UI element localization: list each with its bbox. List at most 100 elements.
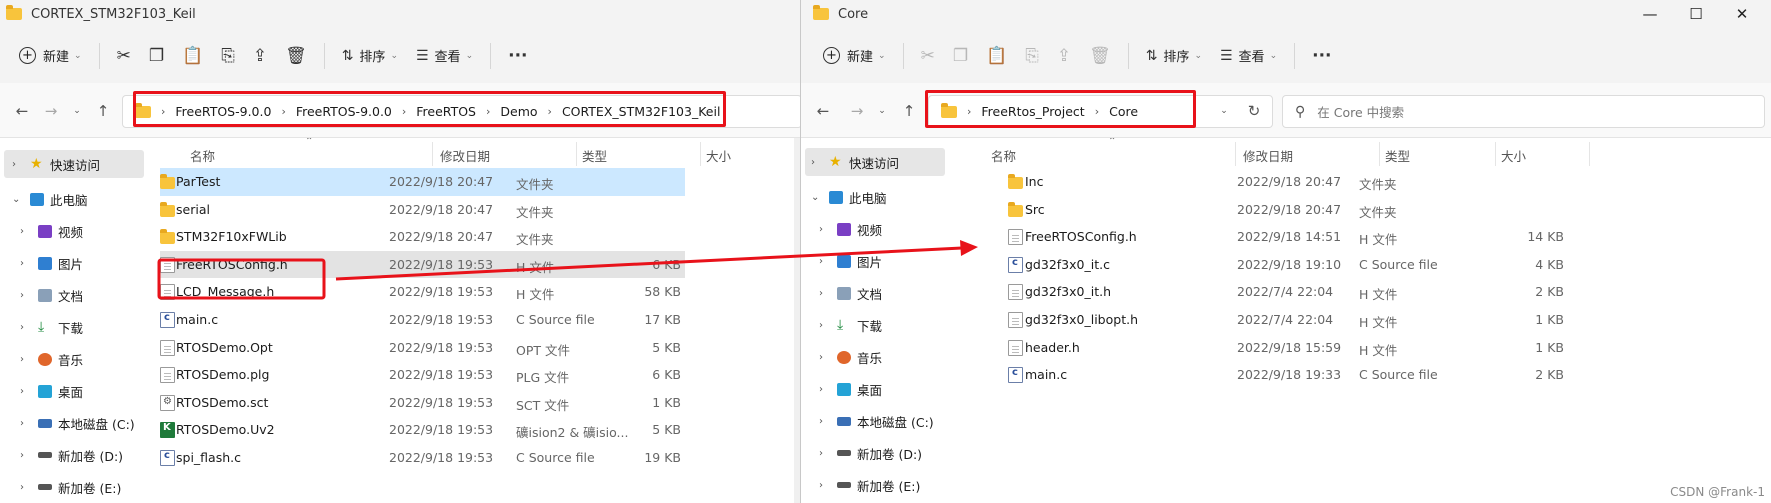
up-button[interactable]: ↑ [898, 99, 920, 123]
share-button[interactable]: ⇪ [1048, 39, 1080, 73]
address-bar[interactable]: › FreeRTOS-9.0.0 › FreeRTOS-9.0.0 › Free… [122, 95, 800, 128]
column-header: ⌃ 名称 修改日期 类型 大小 [160, 138, 800, 168]
rename-button[interactable]: ⎘ [212, 39, 244, 73]
sidebar-item-videos[interactable]: › 视频 [801, 215, 951, 243]
file-row[interactable]: spi_flash.c 2022/9/18 19:53 C Source file 1… [160, 444, 800, 472]
sidebar-item-downloads[interactable]: › ⤓ 下载 [801, 311, 951, 339]
maximize-icon: ☐ [1689, 5, 1703, 23]
file-type: H 文件 [516, 259, 555, 275]
breadcrumb-item[interactable]: Core [1109, 104, 1138, 119]
forward-button[interactable]: → [846, 99, 868, 123]
minimize-button[interactable]: — [1627, 0, 1673, 28]
new-button[interactable]: + 新建 ⌄ [10, 39, 91, 73]
cut-button[interactable]: ✂ [108, 39, 140, 73]
sidebar-item-pictures[interactable]: › 图片 [801, 247, 951, 275]
sidebar-item-documents[interactable]: › 文档 [0, 281, 150, 309]
search-box[interactable]: ⚲ 在 Core 中搜索 [1282, 95, 1765, 128]
share-button[interactable]: ⇪ [244, 39, 276, 73]
file-row[interactable]: gd32f3x0_it.c 2022/9/18 19:10 C Source fil… [963, 251, 1771, 279]
file-row[interactable]: Src 2022/9/18 20:47 文件夹 [963, 196, 1771, 224]
file-row[interactable]: RTOSDemo.Opt 2022/9/18 19:53 OPT 文件 5 KB [160, 334, 800, 362]
sidebar-item-drive-c[interactable]: › 本地磁盘 (C:) [0, 409, 150, 437]
refresh-button[interactable]: ↻ [1243, 99, 1265, 123]
maximize-button[interactable]: ☐ [1673, 0, 1719, 28]
back-button[interactable]: ← [812, 99, 834, 123]
view-button[interactable]: ☰ 查看 ⌄ [1211, 39, 1286, 73]
rename-button[interactable]: ⎘ [1016, 39, 1048, 73]
sidebar-item-drive-d[interactable]: › 新加卷 (D:) [0, 441, 150, 469]
recent-locations-button[interactable]: ⌄ [66, 99, 88, 123]
paste-button[interactable]: 📋 [173, 39, 212, 73]
sidebar-item-this-pc[interactable]: ⌄ 此电脑 [801, 183, 951, 211]
sidebar-item-desktop[interactable]: › 桌面 [801, 375, 951, 403]
breadcrumb-item[interactable]: FreeRTOS-9.0.0 [175, 104, 271, 119]
breadcrumb-item[interactable]: CORTEX_STM32F103_Keil [562, 104, 720, 119]
file-row[interactable]: main.c 2022/9/18 19:53 C Source file 17 KB [160, 306, 800, 334]
file-type: H 文件 [516, 287, 555, 303]
paste-button[interactable]: 📋 [977, 39, 1016, 73]
file-row[interactable]: RTOSDemo.sct 2022/9/18 19:53 SCT 文件 1 KB [160, 389, 800, 417]
breadcrumb-item[interactable]: FreeRTOS [416, 104, 476, 119]
sidebar-item-music[interactable]: › 音乐 [0, 345, 150, 373]
up-button[interactable]: ↑ [92, 99, 114, 123]
file-row[interactable]: LCD_Message.h 2022/9/18 19:53 H 文件 58 KB [160, 278, 800, 306]
recent-locations-button[interactable]: ⌄ [871, 99, 893, 123]
column-date[interactable]: 修改日期 [440, 146, 490, 165]
sidebar-item-downloads[interactable]: › ⤓ 下载 [0, 313, 150, 341]
file-row[interactable]: gd32f3x0_it.h 2022/7/4 22:04 H 文件 2 KB [963, 278, 1771, 306]
column-size[interactable]: 大小 [706, 146, 731, 165]
file-row[interactable]: FreeRTOSConfig.h 2022/9/18 19:53 H 文件 6 KB [160, 250, 685, 279]
address-dropdown-button[interactable]: ⌄ [1213, 99, 1235, 123]
back-button[interactable]: ← [11, 99, 33, 123]
delete-button[interactable]: 🗑 [276, 39, 316, 73]
sidebar-item-desktop[interactable]: › 桌面 [0, 377, 150, 405]
title-bar[interactable]: Core — ☐ ✕ [801, 0, 1771, 28]
file-row[interactable]: Inc 2022/9/18 20:47 文件夹 [963, 168, 1771, 196]
file-row[interactable]: ParTest 2022/9/18 20:47 文件夹 [160, 168, 685, 196]
breadcrumb-item[interactable]: FreeRTOS-9.0.0 [296, 104, 392, 119]
sidebar-item-drive-c[interactable]: › 本地磁盘 (C:) [801, 407, 951, 435]
chevron-right-icon: › [819, 223, 823, 235]
column-name[interactable]: 名称 [190, 146, 215, 165]
column-name[interactable]: 名称 [991, 146, 1016, 165]
breadcrumb-item[interactable]: FreeRtos_Project [981, 104, 1084, 119]
cut-button[interactable]: ✂ [912, 39, 944, 73]
sort-button[interactable]: ⇅ 排序 ⌄ [333, 39, 407, 73]
breadcrumb-item[interactable]: Demo [500, 104, 537, 119]
copy-button[interactable]: ❐ [140, 39, 173, 73]
sidebar-item-quick-access[interactable]: › ★ 快速访问 [4, 150, 144, 178]
sidebar-item-documents[interactable]: › 文档 [801, 279, 951, 307]
sidebar-item-quick-access[interactable]: › ★ 快速访问 [805, 148, 945, 176]
column-date[interactable]: 修改日期 [1243, 146, 1293, 165]
file-row[interactable]: RTOSDemo.plg 2022/9/18 19:53 PLG 文件 6 KB [160, 361, 800, 389]
sidebar-item-drive-e[interactable]: › 新加卷 (E:) [0, 473, 150, 501]
copy-button[interactable]: ❐ [944, 39, 977, 73]
sidebar-item-videos[interactable]: › 视频 [0, 217, 150, 245]
sort-button[interactable]: ⇅ 排序 ⌄ [1137, 39, 1211, 73]
sidebar-item-drive-d[interactable]: › 新加卷 (D:) [801, 439, 951, 467]
delete-button[interactable]: 🗑 [1080, 39, 1120, 73]
sidebar-item-drive-e[interactable]: › 新加卷 (E:) [801, 471, 951, 499]
file-row[interactable]: gd32f3x0_libopt.h 2022/7/4 22:04 H 文件 1 KB [963, 306, 1771, 334]
column-type[interactable]: 类型 [582, 146, 607, 165]
sidebar-item-pictures[interactable]: › 图片 [0, 249, 150, 277]
video-icon [38, 224, 52, 238]
file-row[interactable]: FreeRTOSConfig.h 2022/9/18 14:51 H 文件 14 KB [963, 223, 1771, 251]
title-bar[interactable]: CORTEX_STM32F103_Keil [0, 0, 800, 28]
file-row[interactable]: main.c 2022/9/18 19:33 C Source file 2 KB [963, 361, 1771, 389]
file-date: 2022/9/18 20:47 [1237, 201, 1342, 217]
new-button[interactable]: + 新建 ⌄ [814, 39, 895, 73]
file-row[interactable]: serial 2022/9/18 20:47 文件夹 [160, 196, 800, 224]
close-button[interactable]: ✕ [1719, 0, 1765, 28]
sidebar-item-this-pc[interactable]: ⌄ 此电脑 [0, 185, 150, 213]
file-row[interactable]: STM32F10xFWLib 2022/9/18 20:47 文件夹 [160, 223, 800, 251]
more-options-button[interactable]: ··· [499, 39, 536, 73]
column-type[interactable]: 类型 [1385, 146, 1410, 165]
more-options-button[interactable]: ··· [1303, 39, 1340, 73]
file-row[interactable]: header.h 2022/9/18 15:59 H 文件 1 KB [963, 334, 1771, 362]
view-button[interactable]: ☰ 查看 ⌄ [407, 39, 482, 73]
sidebar-item-music[interactable]: › 音乐 [801, 343, 951, 371]
forward-button[interactable]: → [40, 99, 62, 123]
file-row[interactable]: RTOSDemo.Uv22022/9/18 19:53礦ision2 & 礦is… [160, 416, 800, 444]
column-size[interactable]: 大小 [1501, 146, 1526, 165]
